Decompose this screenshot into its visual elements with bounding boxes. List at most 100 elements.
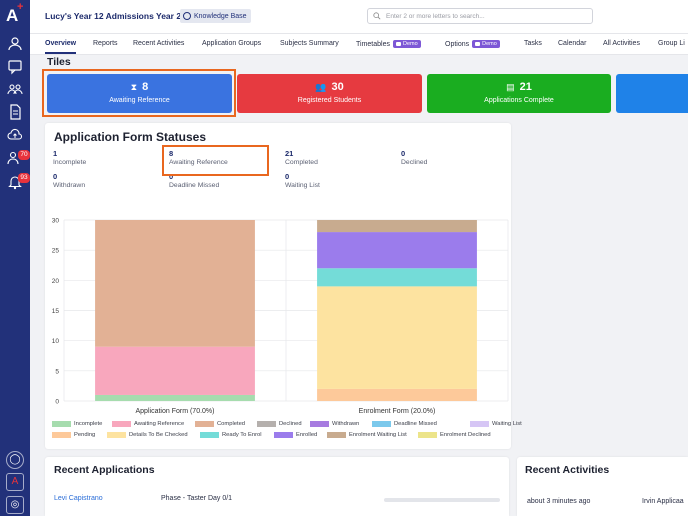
legend-swatch: [372, 421, 391, 427]
knowledge-base-button[interactable]: Knowledge Base: [180, 9, 251, 23]
people-icon[interactable]: [7, 36, 23, 52]
legend-swatch: [112, 421, 131, 427]
tab-recent-activities[interactable]: Recent Activities: [133, 40, 184, 47]
tile-label: Registered Students: [297, 97, 362, 104]
demo-badge: Demo: [472, 40, 500, 48]
tiles-heading: Tiles: [47, 56, 71, 68]
chat-icon[interactable]: [7, 59, 23, 75]
tab-calendar[interactable]: Calendar: [558, 40, 586, 47]
bar-segment-ready-to-enrol: [317, 268, 477, 287]
stat-waiting-list[interactable]: 0 Waiting List: [285, 172, 320, 189]
legend-item[interactable]: Incomplete: [52, 421, 102, 427]
legend-label: Details To Be Checked: [129, 432, 188, 438]
y-tick-label: 30: [52, 218, 60, 225]
legend-swatch: [52, 421, 71, 427]
legend-label: Completed: [217, 421, 246, 427]
circle-logo-icon[interactable]: ◯: [6, 451, 24, 469]
legend-item[interactable]: Awaiting Reference: [112, 421, 184, 427]
tab-options[interactable]: Options Demo: [445, 40, 500, 48]
tab-all-activities[interactable]: All Activities: [603, 40, 640, 47]
legend-label: Enrolment Declined: [440, 432, 491, 438]
legend-swatch: [327, 432, 346, 438]
recent-activities-card: Recent Activities: [517, 457, 688, 516]
applicants-badge: 70: [18, 150, 30, 160]
bar-segment-incomplete: [95, 394, 255, 401]
tab-reports[interactable]: Reports: [93, 40, 118, 47]
tab-subjects-summary[interactable]: Subjects Summary: [280, 40, 339, 47]
bar-segment-awaiting-reference: [95, 346, 255, 395]
legend-item[interactable]: Enrolment Waiting List: [327, 432, 407, 438]
legend-label: Ready To Enrol: [222, 432, 262, 438]
stat-completed[interactable]: 21 Completed: [285, 149, 318, 166]
tile-value: 21: [519, 81, 532, 93]
document-icon[interactable]: [7, 104, 23, 120]
users-icon: 👥: [315, 81, 327, 92]
bar-segment-completed: [95, 220, 255, 347]
legend-swatch: [274, 432, 293, 438]
legend-item[interactable]: Pending: [52, 432, 95, 438]
app-logo[interactable]: A +: [6, 1, 24, 26]
highlight-annotation: [42, 69, 236, 117]
stat-declined[interactable]: 0 Declined: [401, 149, 427, 166]
tile-value: 30: [331, 81, 344, 93]
a-logo-icon[interactable]: A: [6, 473, 24, 491]
applicant-phase: Phase - Taster Day 0/1: [161, 495, 233, 502]
legend-swatch: [257, 421, 276, 427]
bar-segment-enrolment-waiting-list: [317, 220, 477, 233]
legend-item[interactable]: Completed: [195, 421, 245, 427]
camera-icon: [395, 42, 401, 46]
legend-item[interactable]: Ready To Enrol: [200, 432, 262, 438]
app-title-dropdown[interactable]: Lucy's Year 12 Admissions Year 2...▼: [45, 11, 196, 21]
bar-segment-enrolled: [317, 232, 477, 269]
highlight-annotation: [162, 145, 269, 176]
stat-withdrawn[interactable]: 0 Withdrawn: [53, 172, 85, 189]
stat-incomplete[interactable]: 1 Incomplete: [53, 149, 86, 166]
cloud-upload-icon[interactable]: [7, 127, 23, 143]
legend-label: Awaiting Reference: [134, 421, 185, 427]
tab-timetables[interactable]: Timetables Demo: [356, 40, 421, 48]
tab-tasks[interactable]: Tasks: [524, 40, 542, 47]
activity-time: about 3 minutes ago: [527, 498, 591, 505]
instagram-icon[interactable]: ◎: [6, 496, 24, 514]
legend-swatch: [470, 421, 489, 427]
help-circle-icon: [183, 12, 191, 20]
legend-item[interactable]: Deadline Missed: [372, 421, 437, 427]
y-tick-label: 25: [52, 248, 60, 255]
legend-swatch: [418, 432, 437, 438]
legend-item[interactable]: Withdrawn: [310, 421, 359, 427]
tile-partial[interactable]: [616, 74, 688, 113]
x-tick-label: Application Form (70.0%): [136, 408, 215, 415]
legend-label: Enrolment Waiting List: [349, 432, 407, 438]
group-icon[interactable]: [7, 81, 23, 97]
card-title: Application Form Statuses: [54, 130, 207, 144]
knowledge-base-label: Knowledge Base: [194, 12, 247, 20]
legend-item[interactable]: Details To Be Checked: [107, 432, 188, 438]
tab-application-groups[interactable]: Application Groups: [202, 40, 261, 47]
tile-registered-students[interactable]: 👥 30 Registered Students: [237, 74, 422, 113]
tile-label: Applications Complete: [484, 97, 554, 104]
legend-swatch: [310, 421, 329, 427]
y-tick-label: 20: [52, 278, 60, 285]
card-title: Recent Activities: [525, 464, 610, 476]
legend-item[interactable]: Waiting List: [470, 421, 522, 427]
camera-icon: [475, 42, 481, 46]
tile-applications-complete[interactable]: ▤ 21 Applications Complete: [427, 74, 611, 113]
legend-label: Deadline Missed: [394, 421, 437, 427]
legend-label: Pending: [74, 432, 96, 438]
legend-item[interactable]: Declined: [257, 421, 302, 427]
legend-item[interactable]: Enrolment Declined: [418, 432, 491, 438]
card-title: Recent Applications: [54, 464, 155, 476]
x-tick-label: Enrolment Form (20.0%): [359, 408, 436, 415]
legend-swatch: [107, 432, 126, 438]
notifications-badge: 93: [18, 173, 30, 183]
search-box[interactable]: [367, 8, 593, 24]
tab-group-list[interactable]: Group Li: [658, 40, 685, 47]
legend-label: Enrolled: [296, 432, 318, 438]
tab-overview[interactable]: Overview: [45, 40, 77, 54]
legend-item[interactable]: Enrolled: [274, 432, 317, 438]
search-icon: [373, 12, 381, 20]
search-input[interactable]: [386, 10, 586, 22]
legend-label: Incomplete: [74, 421, 103, 427]
activity-name: Irvin Applicaa: [642, 498, 684, 505]
applicant-link[interactable]: Levi Capistrano: [54, 495, 103, 502]
